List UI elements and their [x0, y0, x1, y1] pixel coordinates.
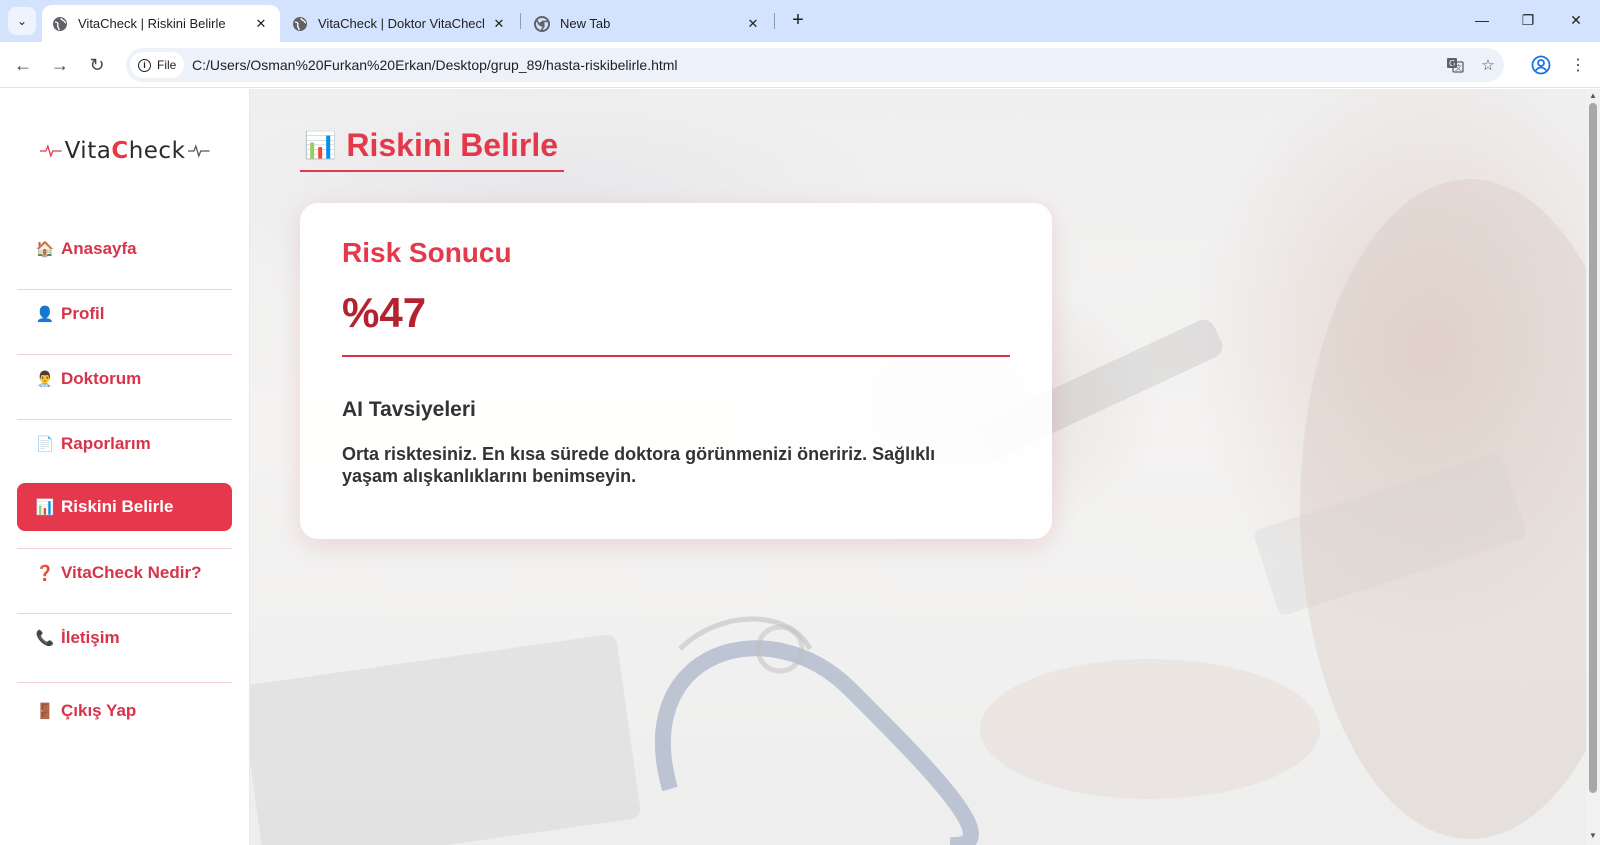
close-icon[interactable]: ✕ — [490, 15, 508, 33]
user-icon: 👤 — [35, 306, 55, 323]
tab-separator — [774, 13, 775, 29]
sidebar-item-raporlarim[interactable]: 📄 Raporlarım — [17, 420, 232, 468]
question-icon: ❓ — [35, 565, 55, 582]
sidebar-item-label: İletişim — [61, 628, 120, 647]
restore-icon[interactable]: ❐ — [1513, 8, 1543, 32]
close-icon[interactable]: ✕ — [252, 15, 270, 33]
reload-icon[interactable]: ↻ — [83, 51, 111, 79]
sidebar-item-label: Çıkış Yap — [61, 701, 137, 720]
tab-title: VitaCheck | Riskini Belirle — [78, 16, 226, 31]
sidebar-item-cikis-yap[interactable]: 🚪 Çıkış Yap — [17, 687, 232, 735]
browser-toolbar: ← → ↻ i File C:/Users/Osman%20Furkan%20E… — [0, 42, 1600, 88]
sidebar-item-anasayfa[interactable]: 🏠 Anasayfa — [17, 225, 232, 273]
file-label: File — [157, 58, 177, 72]
address-bar[interactable]: i File C:/Users/Osman%20Furkan%20Erkan/D… — [126, 48, 1504, 82]
sidebar-item-label: Doktorum — [61, 369, 142, 388]
page-title: 📊 Riskini Belirle — [300, 127, 565, 172]
tab-doktor[interactable]: VitaCheck | Doktor VitaCheck N ✕ — [282, 5, 518, 42]
close-icon[interactable]: ✕ — [744, 15, 762, 33]
logo-text: VitaCheck — [64, 138, 186, 164]
new-tab-button[interactable]: + — [787, 10, 809, 32]
back-icon[interactable]: ← — [9, 51, 37, 79]
main-content: 📊 Riskini Belirle Risk Sonucu %47 AI Tav… — [250, 89, 1586, 845]
sidebar-item-label: Raporlarım — [61, 434, 151, 453]
risk-result-card: Risk Sonucu %47 AI Tavsiyeleri Orta risk… — [300, 203, 1052, 539]
sidebar-item-iletisim[interactable]: 📞 İletişim — [17, 614, 232, 662]
profile-icon[interactable] — [1529, 53, 1553, 77]
tab-title: New Tab — [560, 16, 611, 31]
ai-advice-heading: AI Tavsiyeleri — [342, 398, 476, 421]
more-menu-icon[interactable]: ⋮ — [1566, 53, 1590, 77]
scroll-up-icon[interactable]: ▲ — [1588, 91, 1598, 101]
door-icon: 🚪 — [35, 703, 55, 720]
risk-score: %47 — [342, 289, 427, 336]
translate-icon[interactable]: G文 — [1444, 54, 1466, 76]
info-icon: i — [138, 58, 151, 72]
bookmark-star-icon[interactable]: ☆ — [1477, 54, 1499, 76]
heartbeat-line-icon — [40, 144, 62, 158]
document-icon: 📄 — [35, 436, 55, 453]
site-info-chip[interactable]: i File — [130, 52, 185, 78]
scrollbar-thumb[interactable] — [1589, 103, 1597, 793]
scroll-down-icon[interactable]: ▼ — [1588, 831, 1598, 841]
page-viewport: VitaCheck 🏠 Anasayfa 👤 Profil 👨‍⚕️ Dokto… — [0, 89, 1600, 845]
svg-text:文: 文 — [1455, 63, 1462, 72]
vitacheck-logo[interactable]: VitaCheck — [40, 134, 210, 168]
globe-icon — [52, 16, 68, 32]
sidebar-item-doktorum[interactable]: 👨‍⚕️ Doktorum — [17, 355, 232, 403]
tab-riskini-belirle[interactable]: VitaCheck | Riskini Belirle ✕ — [42, 5, 280, 42]
browser-tab-bar: ⌄ VitaCheck | Riskini Belirle ✕ VitaChec… — [0, 0, 1600, 42]
tab-title: VitaCheck | Doktor VitaCheck N — [318, 16, 484, 31]
globe-icon — [292, 16, 308, 32]
forward-icon[interactable]: → — [46, 51, 74, 79]
minimize-icon[interactable]: — — [1467, 8, 1497, 32]
risk-result-heading: Risk Sonucu — [342, 237, 512, 268]
sidebar-item-profil[interactable]: 👤 Profil — [17, 290, 232, 338]
sidebar-item-label: Riskini Belirle — [61, 497, 174, 516]
divider — [342, 355, 1010, 357]
url-text[interactable]: C:/Users/Osman%20Furkan%20Erkan/Desktop/… — [192, 57, 678, 73]
tab-separator — [520, 13, 521, 29]
ai-advice-text: Orta risktesiniz. En kısa sürede doktora… — [342, 444, 936, 486]
tab-new-tab[interactable]: New Tab ✕ — [524, 5, 772, 42]
sidebar-item-label: VitaCheck Nedir? — [61, 563, 202, 582]
sidebar-item-label: Anasayfa — [61, 239, 137, 258]
home-icon: 🏠 — [35, 241, 55, 258]
sidebar: VitaCheck 🏠 Anasayfa 👤 Profil 👨‍⚕️ Dokto… — [0, 89, 250, 845]
sidebar-item-vitacheck-nedir[interactable]: ❓ VitaCheck Nedir? — [17, 549, 232, 597]
page-title-text: Riskini Belirle — [346, 127, 559, 163]
phone-icon: 📞 — [35, 630, 55, 647]
tab-search-button[interactable]: ⌄ — [8, 7, 36, 35]
bar-chart-icon: 📊 — [304, 130, 337, 160]
divider — [17, 682, 232, 683]
page-scrollbar[interactable]: ▲ ▼ — [1586, 89, 1600, 845]
doctor-icon: 👨‍⚕️ — [35, 371, 55, 388]
sidebar-item-label: Profil — [61, 304, 105, 323]
window-close-icon[interactable]: ✕ — [1561, 8, 1591, 32]
chevron-down-icon: ⌄ — [16, 14, 28, 28]
sidebar-item-riskini-belirle[interactable]: 📊 Riskini Belirle — [17, 483, 232, 531]
bar-chart-icon: 📊 — [35, 499, 55, 516]
heartbeat-line-icon — [188, 144, 210, 158]
chrome-icon — [534, 15, 550, 32]
